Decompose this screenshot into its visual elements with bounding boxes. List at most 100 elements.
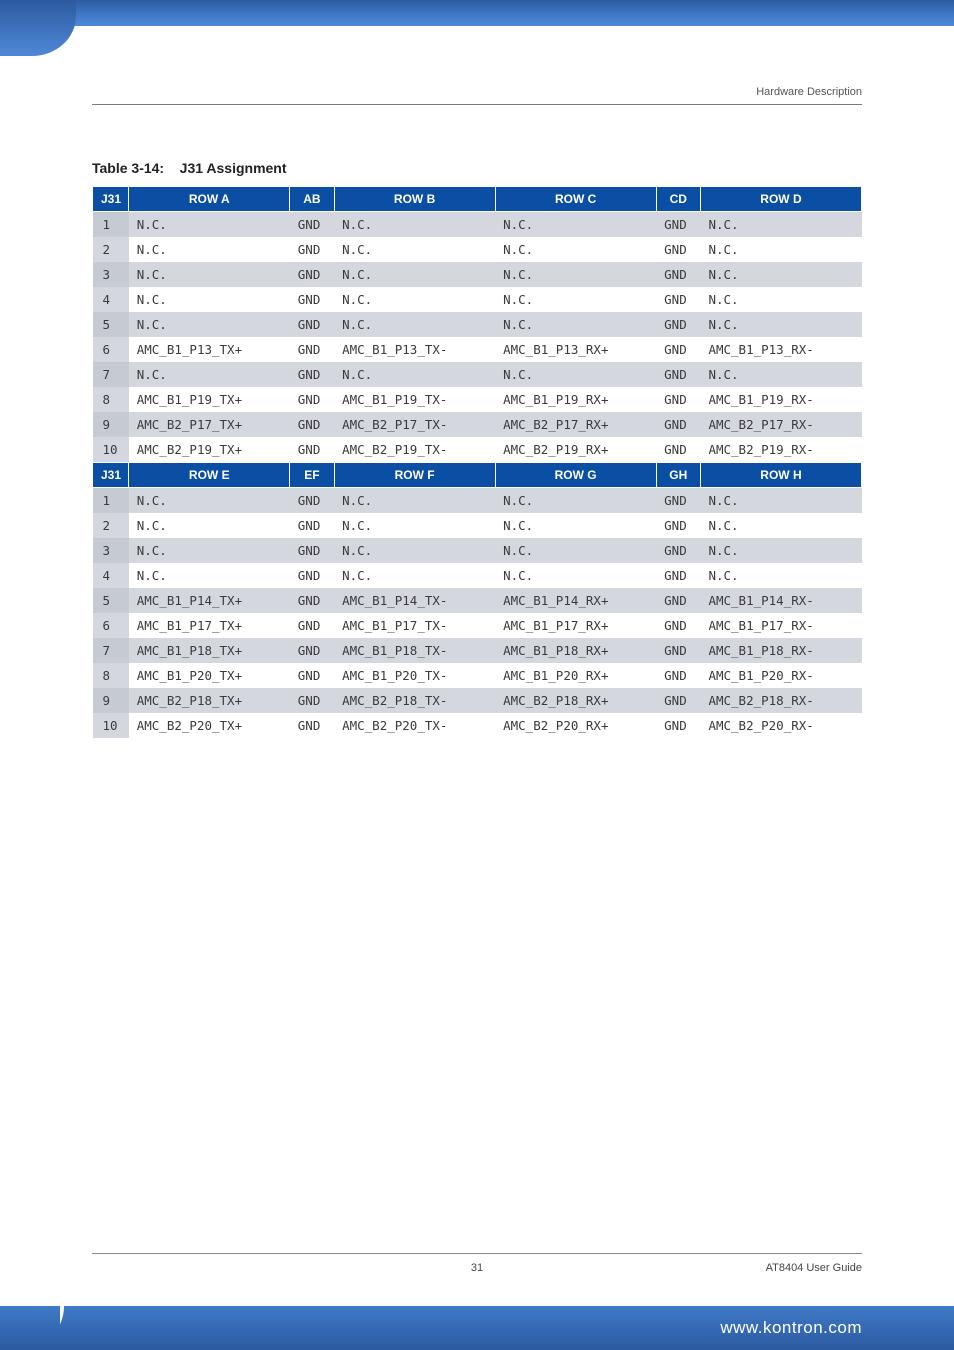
cell-h: N.C. [700, 538, 861, 563]
col-ef: EF [290, 463, 334, 488]
cell-f: N.C. [334, 488, 495, 514]
cell-c: N.C. [495, 287, 656, 312]
table-row: 7AMC_B1_P18_TX+GNDAMC_B1_P18_TX-AMC_B1_P… [93, 638, 862, 663]
cell-c: N.C. [495, 312, 656, 337]
j31-table: J31 ROW A AB ROW B ROW C CD ROW D 1N.C.G… [92, 186, 862, 738]
col-gh: GH [656, 463, 700, 488]
cell-b: AMC_B1_P13_TX- [334, 337, 495, 362]
content: Table 3-14: J31 Assignment J31 ROW A AB … [92, 160, 862, 738]
cell-b: AMC_B2_P17_TX- [334, 412, 495, 437]
table-body-block1: 1N.C.GNDN.C.N.C.GNDN.C.2N.C.GNDN.C.N.C.G… [93, 212, 862, 463]
cell-g: AMC_B1_P20_RX+ [495, 663, 656, 688]
table-row: 4N.C.GNDN.C.N.C.GNDN.C. [93, 563, 862, 588]
cell-gh: GND [656, 538, 700, 563]
cell-gh: GND [656, 588, 700, 613]
cell-cd: GND [656, 412, 700, 437]
cell-ef: GND [290, 613, 334, 638]
cell-b: AMC_B2_P19_TX- [334, 437, 495, 463]
cell-b: N.C. [334, 212, 495, 238]
cell-e: AMC_B1_P20_TX+ [129, 663, 290, 688]
table-title-text: J31 Assignment [180, 160, 287, 176]
cell-gh: GND [656, 688, 700, 713]
cell-ab: GND [290, 337, 334, 362]
cell-b: N.C. [334, 312, 495, 337]
bottom-bar: www.kontron.com [0, 1306, 954, 1350]
cell-gh: GND [656, 513, 700, 538]
cell-h: AMC_B1_P20_RX- [700, 663, 861, 688]
cell-cd: GND [656, 437, 700, 463]
cell-d: AMC_B1_P13_RX- [700, 337, 861, 362]
cell-h: N.C. [700, 563, 861, 588]
cell-ef: GND [290, 663, 334, 688]
cell-d: N.C. [700, 237, 861, 262]
table-row: 5N.C.GNDN.C.N.C.GNDN.C. [93, 312, 862, 337]
table-row: 2N.C.GNDN.C.N.C.GNDN.C. [93, 237, 862, 262]
cell-j31: 7 [93, 638, 129, 663]
cell-a: N.C. [129, 262, 290, 287]
cell-b: N.C. [334, 287, 495, 312]
table-row: 9AMC_B2_P17_TX+GNDAMC_B2_P17_TX-AMC_B2_P… [93, 412, 862, 437]
cell-j31: 10 [93, 437, 129, 463]
cell-j31: 2 [93, 513, 129, 538]
cell-b: N.C. [334, 362, 495, 387]
cell-a: N.C. [129, 287, 290, 312]
cell-a: AMC_B1_P13_TX+ [129, 337, 290, 362]
cell-ef: GND [290, 588, 334, 613]
cell-f: AMC_B1_P17_TX- [334, 613, 495, 638]
cell-b: N.C. [334, 262, 495, 287]
cell-d: N.C. [700, 362, 861, 387]
footer-rule [92, 1253, 862, 1254]
cell-a: N.C. [129, 362, 290, 387]
cell-e: AMC_B1_P18_TX+ [129, 638, 290, 663]
cell-f: N.C. [334, 513, 495, 538]
col-row-e: ROW E [129, 463, 290, 488]
cell-a: N.C. [129, 212, 290, 238]
footer-guide: AT8404 User Guide [766, 1262, 862, 1274]
table-title: Table 3-14: J31 Assignment [92, 160, 862, 176]
cell-cd: GND [656, 362, 700, 387]
cell-gh: GND [656, 663, 700, 688]
cell-d: N.C. [700, 212, 861, 238]
top-curve [0, 26, 954, 62]
cell-ef: GND [290, 688, 334, 713]
cell-cd: GND [656, 312, 700, 337]
cell-e: AMC_B2_P18_TX+ [129, 688, 290, 713]
cell-j31: 3 [93, 538, 129, 563]
col-row-h: ROW H [700, 463, 861, 488]
cell-f: AMC_B1_P18_TX- [334, 638, 495, 663]
cell-d: AMC_B2_P17_RX- [700, 412, 861, 437]
cell-ab: GND [290, 387, 334, 412]
cell-j31: 8 [93, 663, 129, 688]
cell-d: N.C. [700, 287, 861, 312]
cell-h: AMC_B2_P18_RX- [700, 688, 861, 713]
cell-f: AMC_B1_P14_TX- [334, 588, 495, 613]
col-j31: J31 [93, 187, 129, 212]
table-row: 6AMC_B1_P17_TX+GNDAMC_B1_P17_TX-AMC_B1_P… [93, 613, 862, 638]
cell-j31: 6 [93, 613, 129, 638]
cell-cd: GND [656, 387, 700, 412]
table-title-prefix: Table 3-14: [92, 160, 164, 176]
cell-gh: GND [656, 713, 700, 738]
cell-c: AMC_B1_P13_RX+ [495, 337, 656, 362]
cell-j31: 3 [93, 262, 129, 287]
cell-h: AMC_B2_P20_RX- [700, 713, 861, 738]
table-row: 1N.C.GNDN.C.N.C.GNDN.C. [93, 212, 862, 238]
cell-g: AMC_B2_P20_RX+ [495, 713, 656, 738]
cell-d: N.C. [700, 262, 861, 287]
cell-ab: GND [290, 362, 334, 387]
table-row: 3N.C.GNDN.C.N.C.GNDN.C. [93, 538, 862, 563]
col-row-f: ROW F [334, 463, 495, 488]
cell-j31: 1 [93, 488, 129, 514]
cell-c: N.C. [495, 237, 656, 262]
col-j31: J31 [93, 463, 129, 488]
col-row-g: ROW G [495, 463, 656, 488]
cell-a: N.C. [129, 312, 290, 337]
table-row: 9AMC_B2_P18_TX+GNDAMC_B2_P18_TX-AMC_B2_P… [93, 688, 862, 713]
cell-cd: GND [656, 262, 700, 287]
cell-h: N.C. [700, 513, 861, 538]
col-row-c: ROW C [495, 187, 656, 212]
table-row: 8AMC_B1_P20_TX+GNDAMC_B1_P20_TX-AMC_B1_P… [93, 663, 862, 688]
footer-url: www.kontron.com [720, 1318, 862, 1338]
cell-ef: GND [290, 713, 334, 738]
table-row: 2N.C.GNDN.C.N.C.GNDN.C. [93, 513, 862, 538]
